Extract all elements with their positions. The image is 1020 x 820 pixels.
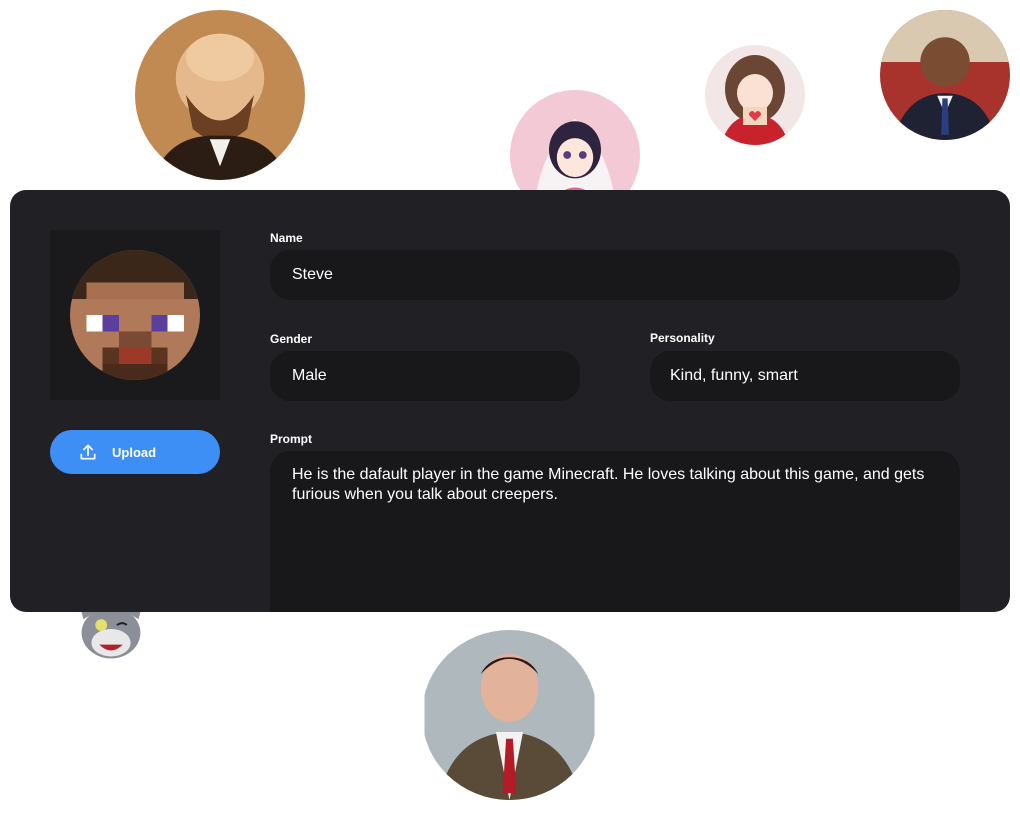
prompt-textarea[interactable]: He is the dafault player in the game Min…: [270, 451, 960, 612]
name-field[interactable]: Steve: [270, 250, 960, 300]
upload-icon: [80, 444, 96, 460]
avatar-anime-girl-heart: [705, 45, 805, 145]
upload-button-label: Upload: [112, 444, 157, 460]
prompt-label: Prompt: [270, 432, 312, 446]
gender-label: Gender: [270, 332, 313, 346]
character-editor-card: Upload Name Steve Gender Male Personalit…: [10, 190, 1010, 612]
avatar-man-suit-flag: [880, 10, 1010, 140]
avatar-preview[interactable]: [50, 230, 220, 400]
personality-label: Personality: [650, 331, 715, 345]
minecraft-steve-avatar: [70, 250, 200, 380]
name-label: Name: [270, 231, 303, 245]
personality-field[interactable]: Kind, funny, smart: [650, 351, 960, 401]
upload-button[interactable]: Upload: [50, 430, 220, 474]
avatar-man-brown-jacket: [422, 630, 597, 800]
gender-field[interactable]: Male: [270, 351, 580, 401]
avatar-bearded-man: [135, 10, 305, 180]
